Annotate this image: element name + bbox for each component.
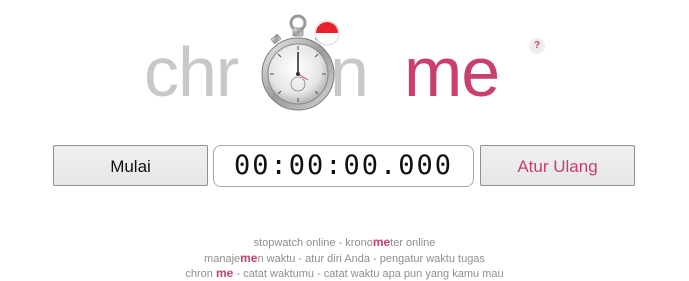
footer-line-1-b: ter online (390, 237, 436, 249)
footer-line-2-highlight: me (240, 250, 258, 265)
logo-text-chr: chr (144, 33, 239, 111)
footer-line-3: chron me - catat waktumu - catat waktu a… (0, 266, 689, 281)
footer-line-1-a: stopwatch online - krono (253, 237, 373, 249)
timer-display: 00:00:00.000 (213, 145, 474, 187)
footer-tagline: stopwatch online - kronometer online man… (0, 235, 689, 281)
footer-line-3-a: chron (185, 268, 216, 280)
footer-line-2: manajemen waktu - atur diri Anda - penga… (0, 251, 689, 267)
footer-line-1-highlight: me (372, 235, 391, 249)
reset-button[interactable]: Atur Ulang (480, 145, 635, 186)
footer-line-2-a: manaje (204, 252, 241, 265)
logo-text-n: n (330, 33, 369, 111)
help-icon[interactable]: ? (529, 38, 545, 54)
logo-text-me: me (404, 33, 500, 111)
footer-line-1: stopwatch online - kronometer online (0, 235, 689, 251)
footer-line-3-b: - catat waktumu - catat waktu apa pun ya… (233, 268, 504, 280)
start-button[interactable]: Mulai (53, 145, 208, 186)
page: chr n me ? Mulai 00:00:00.000 Atur Ulang… (0, 0, 689, 281)
footer-line-3-highlight: me (215, 266, 234, 280)
footer-line-2-b: n waktu - atur diri Anda - pengatur wakt… (257, 252, 485, 265)
logo[interactable]: chr n me ? (140, 14, 550, 114)
